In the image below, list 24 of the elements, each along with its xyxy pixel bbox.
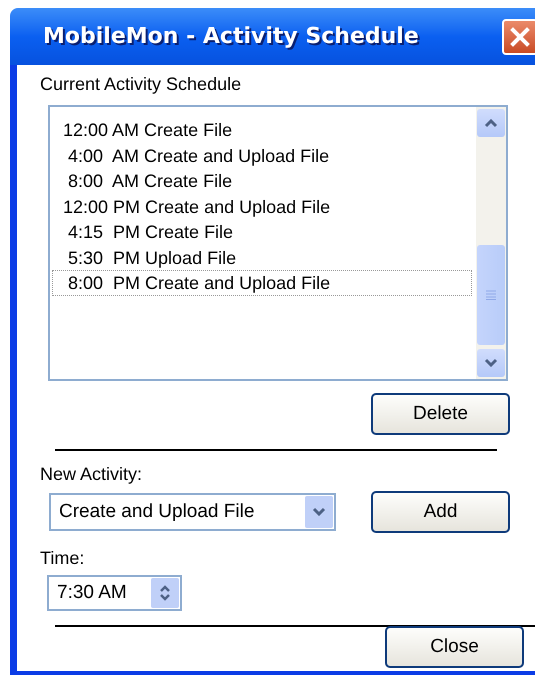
schedule-item[interactable]: 12:00 AM Create File xyxy=(52,117,472,142)
schedule-item[interactable]: 8:00 PM Create and Upload File xyxy=(52,270,472,296)
schedule-label: Current Activity Schedule xyxy=(40,73,242,95)
scroll-up-icon[interactable] xyxy=(477,109,505,137)
schedule-item[interactable]: 5:30 PM Upload File xyxy=(52,244,472,270)
schedule-item[interactable]: 8:00 AM Create File xyxy=(52,168,472,194)
scroll-thumb[interactable] xyxy=(477,245,505,345)
schedule-item[interactable]: 4:00 AM Create and Upload File xyxy=(52,142,472,168)
activity-dropdown[interactable]: Create and Upload File xyxy=(49,493,336,531)
scrollbar[interactable] xyxy=(476,107,506,379)
time-label: Time: xyxy=(40,547,84,569)
dropdown-caret-icon[interactable] xyxy=(305,496,333,528)
grip-icon xyxy=(485,290,497,300)
close-button[interactable]: Close xyxy=(385,626,524,668)
delete-button[interactable]: Delete xyxy=(371,393,510,435)
schedule-item[interactable]: 4:15 PM Create File xyxy=(52,219,472,244)
new-activity-label: New Activity: xyxy=(40,463,142,485)
time-spinner[interactable]: 7:30 AM xyxy=(47,575,182,611)
window-title: MobileMon - Activity Schedule xyxy=(43,23,419,51)
close-icon[interactable] xyxy=(502,18,535,54)
schedule-item[interactable]: 12:00 PM Create and Upload File xyxy=(52,194,472,219)
add-button[interactable]: Add xyxy=(371,491,510,533)
spinner-arrows-icon[interactable] xyxy=(151,578,179,608)
scroll-down-icon[interactable] xyxy=(477,349,505,377)
